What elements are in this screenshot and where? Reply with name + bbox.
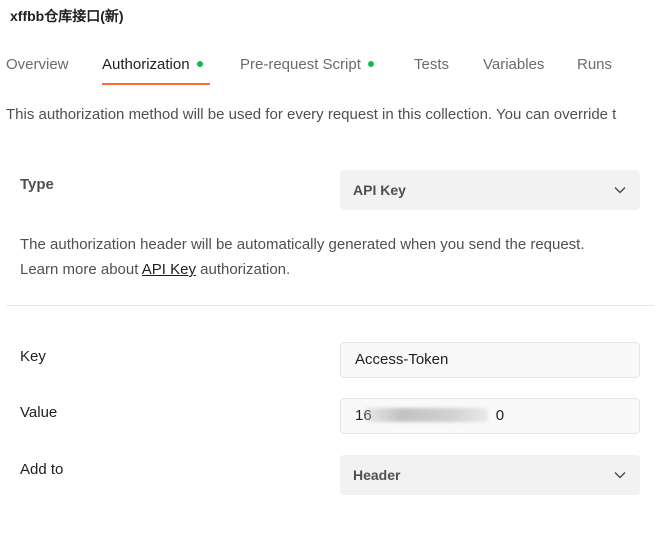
tab-label: Runs (577, 56, 613, 73)
status-dot-icon (367, 61, 374, 68)
auth-info-prefix: Learn more about (20, 261, 142, 278)
tab-overview[interactable]: Overview (6, 56, 69, 73)
collection-title: xffbb仓库接口(新) (10, 8, 124, 24)
auth-description: This authorization method will be used f… (6, 106, 617, 123)
auth-type-value: API Key (353, 182, 406, 198)
auth-info-line2: Learn more about API Key authorization. (20, 257, 585, 282)
tab-pre-request-script[interactable]: Pre-request Script (240, 56, 374, 73)
chevron-down-icon (614, 455, 626, 495)
tab-label: Overview (6, 56, 69, 73)
tab-label: Variables (483, 56, 545, 73)
key-input[interactable]: Access-Token (340, 342, 640, 378)
tab-label: Pre-request Script (240, 56, 361, 73)
tab-tests[interactable]: Tests (414, 56, 449, 73)
tab-label: Authorization (102, 56, 190, 73)
auth-type-select[interactable]: API Key (340, 170, 640, 210)
auth-info-suffix: authorization. (195, 261, 291, 278)
tab-variables[interactable]: Variables (483, 56, 544, 73)
key-label: Key (20, 348, 46, 365)
collection-auth-page: xffbb仓库接口(新) Overview Authorization Pre-… (0, 0, 659, 541)
key-input-value: Access-Token (355, 351, 449, 368)
status-dot-icon (196, 61, 203, 68)
redaction-blur (364, 408, 488, 422)
auth-info-line1: The authorization header will be automat… (20, 236, 585, 253)
tab-label: Tests (414, 56, 450, 73)
section-divider (6, 305, 654, 306)
active-tab-indicator (102, 83, 210, 85)
value-label: Value (20, 404, 58, 421)
add-to-value: Header (353, 467, 401, 483)
tab-authorization[interactable]: Authorization (102, 56, 203, 73)
add-to-label: Add to (20, 461, 64, 478)
value-input-end: 0 (495, 407, 505, 424)
tab-runs[interactable]: Runs (577, 56, 612, 73)
type-label: Type (20, 176, 54, 193)
chevron-down-icon (614, 170, 626, 210)
auth-info: The authorization header will be automat… (20, 232, 585, 282)
add-to-select[interactable]: Header (340, 455, 640, 495)
api-key-docs-link[interactable]: API Key (142, 261, 196, 278)
